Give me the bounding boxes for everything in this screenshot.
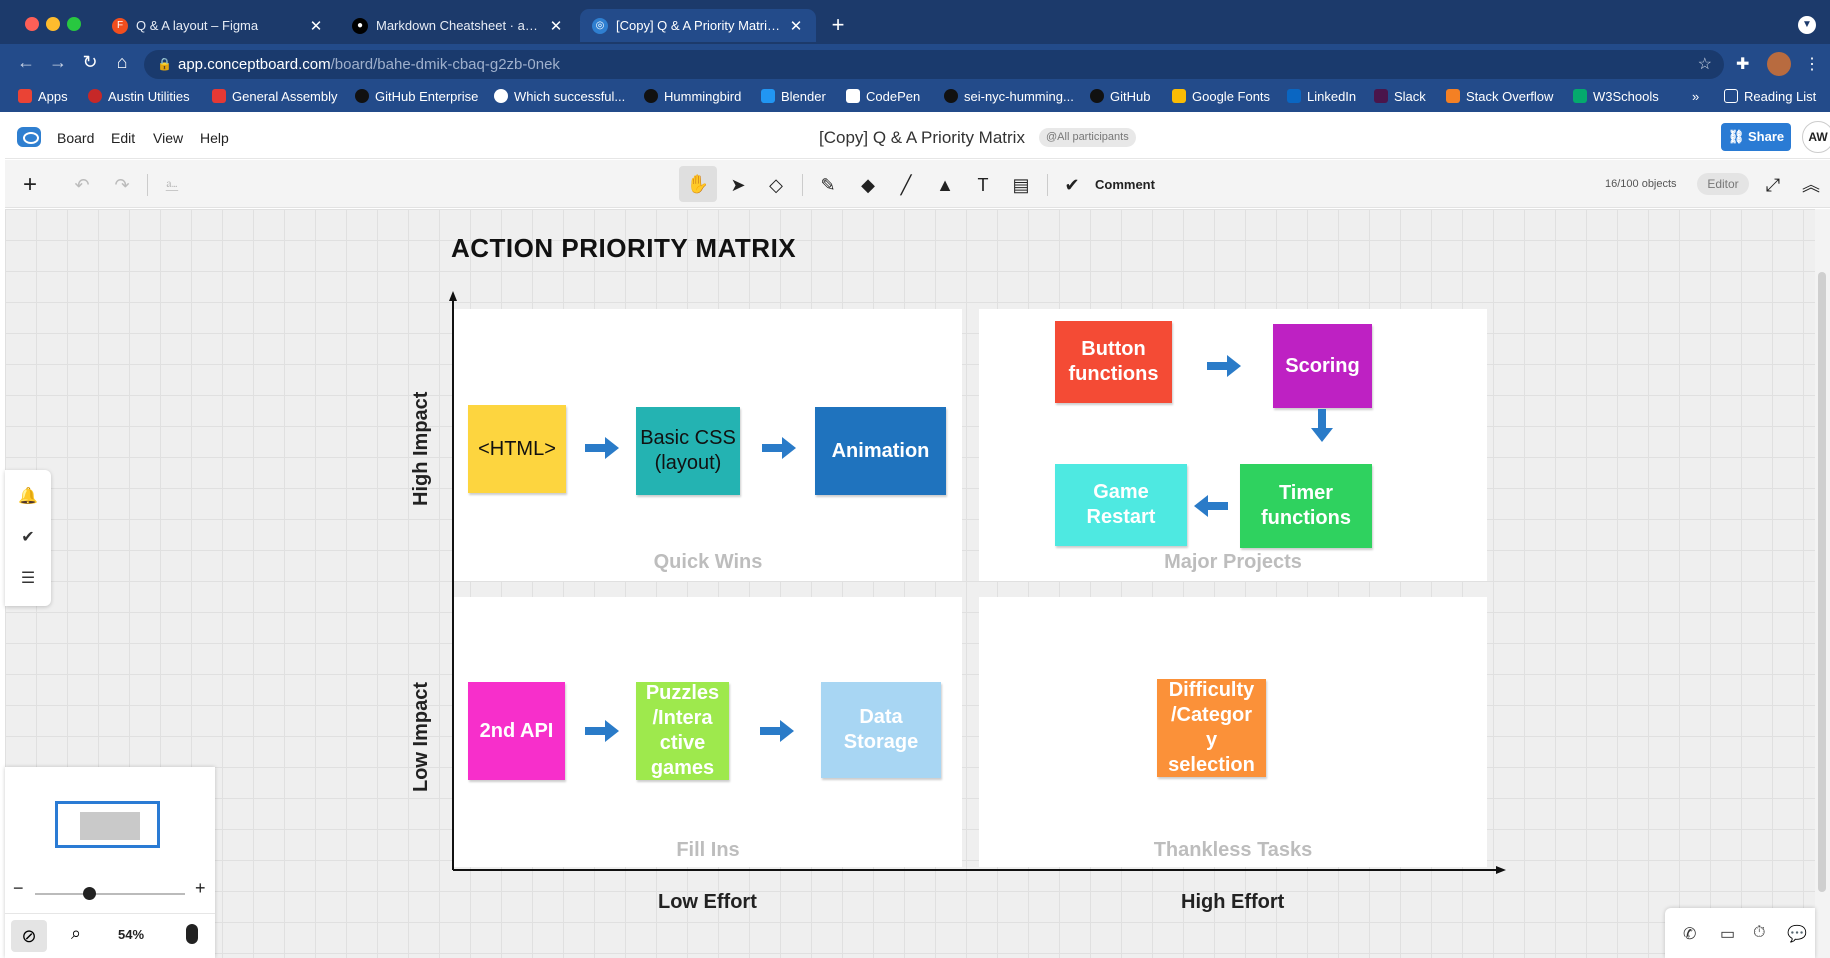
presentation-icon[interactable]: ▭ (1720, 924, 1735, 944)
x-axis-label-high[interactable]: High Effort (1181, 891, 1284, 914)
mouse-icon[interactable] (186, 924, 198, 944)
zoom-icon[interactable]: ⌕ (71, 923, 81, 944)
minimap-viewport[interactable] (55, 801, 160, 848)
zoom-level[interactable]: 54% (118, 927, 144, 942)
arrow-right-icon[interactable] (1207, 354, 1243, 378)
bell-icon[interactable]: 🔔 (18, 487, 38, 507)
zoom-slider-knob[interactable] (83, 887, 96, 900)
arrow-right-icon[interactable] (585, 719, 621, 743)
x-axis-label-low[interactable]: Low Effort (658, 891, 757, 914)
zoom-in-icon[interactable]: + (195, 878, 206, 899)
zoom-slider[interactable] (35, 893, 185, 895)
arrow-left-icon[interactable] (1194, 494, 1230, 518)
y-axis-label-low[interactable]: Low Impact (410, 682, 433, 792)
sticky-note-animation[interactable]: Animation (815, 407, 946, 495)
arrow-right-icon[interactable] (585, 436, 621, 460)
minimap-controls: ⊘ ⌕ 54% (5, 913, 215, 958)
sticky-note-html[interactable]: <HTML> (468, 405, 566, 493)
browser-window: F Q & A layout – Figma ✕ ● Markdown Chea… (0, 0, 1830, 958)
chat-icon[interactable]: 💬 (1787, 924, 1807, 944)
arrow-right-icon[interactable] (760, 719, 796, 743)
sticky-note-timer-functions[interactable]: Timer functions (1240, 464, 1372, 548)
sticky-note-scoring[interactable]: Scoring (1273, 324, 1372, 408)
zoom-out-icon[interactable]: − (13, 878, 24, 899)
sticky-note-difficulty-selection[interactable]: Difficulty /Categor y selection (1157, 679, 1266, 777)
arrow-down-icon[interactable] (1310, 409, 1334, 443)
check-circle-icon[interactable]: ✔ (18, 528, 38, 548)
sticky-note-data-storage[interactable]: Data Storage (821, 682, 941, 778)
left-side-panel: 🔔 ✔ ☰ (5, 470, 51, 606)
sticky-note-puzzles[interactable]: Puzzles /Intera ctive games (636, 682, 729, 780)
sticky-note-2nd-api[interactable]: 2nd API (468, 682, 565, 780)
compass-icon[interactable]: ⊘ (11, 920, 47, 952)
y-axis-label-high[interactable]: High Impact (410, 392, 433, 506)
sticky-note-basic-css[interactable]: Basic CSS (layout) (636, 407, 740, 495)
minimap-panel: − + ⊘ ⌕ 54% (5, 767, 215, 958)
minimap-thumbnail (80, 812, 140, 840)
sticky-note-button-functions[interactable]: Button functions (1055, 321, 1172, 403)
list-icon[interactable]: ☰ (18, 569, 38, 589)
communication-panel: ✆ ▭ ⏱ 💬 (1665, 908, 1815, 958)
arrow-right-icon[interactable] (762, 436, 798, 460)
phone-icon[interactable]: ✆ (1683, 924, 1696, 944)
timer-icon[interactable]: ⏱ (1753, 924, 1765, 942)
sticky-note-game-restart[interactable]: Game Restart (1055, 464, 1187, 546)
